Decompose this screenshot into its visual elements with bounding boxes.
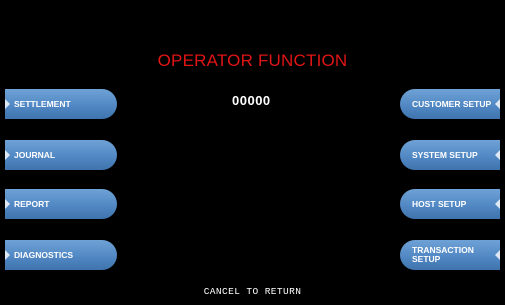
journal-button-label: JOURNAL: [14, 149, 56, 160]
journal-button[interactable]: JOURNAL: [5, 140, 117, 170]
host-setup-button[interactable]: HOST SETUP: [400, 189, 500, 219]
report-button-label: REPORT: [14, 198, 50, 209]
system-setup-button[interactable]: SYSTEM SETUP: [400, 140, 500, 170]
transaction-setup-button-label: TRANSACTION SETUP: [412, 245, 474, 264]
diagnostics-button-label: DIAGNOSTICS: [14, 249, 74, 260]
diagnostics-button[interactable]: DIAGNOSTICS: [5, 240, 117, 270]
settlement-button-label: SETTLEMENT: [14, 98, 71, 109]
system-setup-button-label: SYSTEM SETUP: [412, 149, 478, 160]
settlement-button[interactable]: SETTLEMENT: [5, 89, 117, 119]
transaction-setup-button[interactable]: TRANSACTION SETUP: [400, 240, 500, 270]
customer-setup-button-label: CUSTOMER SETUP: [412, 98, 492, 109]
host-setup-button-label: HOST SETUP: [412, 198, 467, 209]
operator-code-display: 00000: [232, 93, 271, 108]
customer-setup-button[interactable]: CUSTOMER SETUP: [400, 89, 500, 119]
page-title: OPERATOR FUNCTION: [157, 51, 348, 70]
report-button[interactable]: REPORT: [5, 189, 117, 219]
operator-function-screen: OPERATOR FUNCTION 00000 SETTLEMENT JOURN…: [0, 0, 505, 305]
cancel-instruction: CANCEL TO RETURN: [203, 286, 302, 297]
